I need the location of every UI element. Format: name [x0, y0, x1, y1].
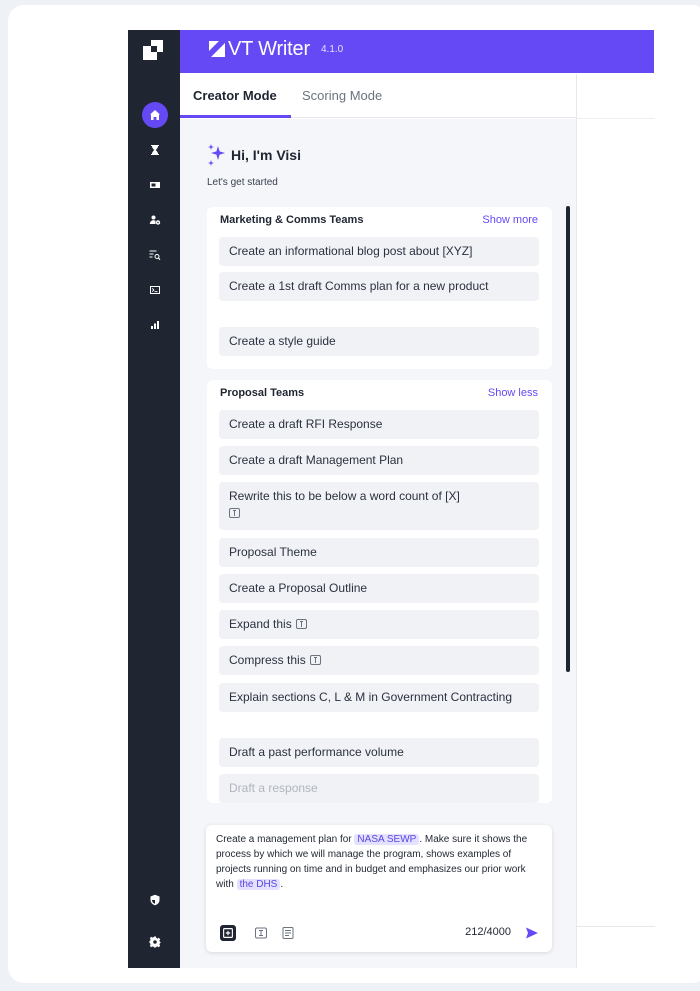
home-icon[interactable] — [142, 102, 168, 128]
panel-divider — [576, 74, 577, 968]
bar-chart-icon[interactable] — [142, 312, 168, 338]
prompt-label: Draft a past performance volume — [229, 745, 404, 759]
hourglass-icon[interactable] — [142, 137, 168, 163]
prompt-label: Proposal Theme — [229, 545, 317, 559]
nav-rail — [128, 30, 180, 968]
list-search-icon[interactable] — [142, 242, 168, 268]
prompt-item[interactable]: Draft a past performance volume — [219, 738, 539, 767]
sparkles-icon — [208, 144, 225, 166]
greeting-subtitle: Let's get started — [207, 177, 278, 188]
card-icon[interactable] — [142, 172, 168, 198]
prompt-item[interactable]: Draft a response — [219, 774, 539, 803]
prompt-item[interactable]: Create a style guide — [219, 327, 539, 356]
header-divider — [577, 118, 655, 119]
app-title: VT Writer — [228, 38, 310, 60]
prompt-item[interactable]: Compress this — [219, 646, 539, 675]
prompt-label: Explain sections C, L & M in Government … — [229, 690, 513, 704]
footer-divider — [577, 926, 655, 927]
composer-tag[interactable]: NASA SEWP — [354, 834, 420, 845]
app-header: VT Writer 4.1.0 — [180, 30, 654, 73]
tab-creator-mode[interactable]: Creator Mode — [193, 88, 277, 103]
panel-scrollbar[interactable] — [566, 206, 570, 672]
edit-logo-icon — [209, 41, 225, 57]
prompt-item[interactable]: Create a Proposal Outline — [219, 574, 539, 603]
prompt-item[interactable]: Rewrite this to be below a word count of… — [219, 482, 539, 530]
document-icon[interactable] — [280, 925, 296, 941]
text-cursor-icon[interactable] — [253, 925, 269, 941]
text-cursor-icon — [295, 619, 307, 629]
prompt-label: Rewrite this to be below a word count of… — [229, 489, 460, 503]
insert-variable-icon[interactable] — [220, 925, 236, 941]
prompt-item[interactable]: Expand this — [219, 610, 539, 639]
shield-icon[interactable] — [142, 887, 168, 913]
prompt-label: Create a draft RFI Response — [229, 417, 383, 431]
text-cursor-icon — [229, 508, 240, 518]
show-less-link[interactable]: Show less — [488, 387, 538, 399]
tab-scoring-mode[interactable]: Scoring Mode — [302, 88, 382, 103]
app-logo-icon — [143, 40, 163, 60]
prompt-group-marketing: Marketing & Comms Teams Show more Create… — [207, 207, 552, 369]
gear-icon[interactable] — [142, 929, 168, 955]
app-version: 4.1.0 — [321, 44, 344, 55]
prompt-label: Compress this — [229, 653, 306, 667]
character-counter: 212/4000 — [465, 926, 511, 938]
greeting-title: Hi, I'm Visi — [231, 147, 301, 163]
composer-text-segment: Create a management plan for — [216, 834, 355, 845]
prompt-composer[interactable]: Create a management plan for NASA SEWP. … — [206, 825, 552, 952]
prompt-label: Draft a response — [229, 781, 318, 795]
prompt-item[interactable]: Create an informational blog post about … — [219, 237, 539, 266]
group-title: Marketing & Comms Teams — [220, 214, 364, 226]
prompt-item[interactable]: Create a draft RFI Response — [219, 410, 539, 439]
prompt-item[interactable]: Proposal Theme — [219, 538, 539, 567]
terminal-icon[interactable] — [142, 277, 168, 303]
text-cursor-icon — [309, 655, 321, 665]
group-title: Proposal Teams — [220, 387, 305, 399]
send-icon[interactable] — [525, 926, 539, 940]
composer-input[interactable]: Create a management plan for NASA SEWP. … — [216, 832, 546, 892]
active-tab-indicator — [180, 115, 291, 118]
composer-tag[interactable]: the DHS — [236, 879, 281, 890]
prompt-item[interactable]: Explain sections C, L & M in Government … — [219, 683, 539, 712]
user-settings-icon[interactable] — [142, 207, 168, 233]
prompt-group-proposal: Proposal Teams Show less Create a draft … — [207, 380, 552, 803]
prompt-label: Expand this — [229, 617, 292, 631]
prompt-item[interactable]: Create a 1st draft Comms plan for a new … — [219, 272, 539, 301]
prompt-label: Create a Proposal Outline — [229, 581, 368, 595]
composer-text-segment: . — [280, 879, 284, 890]
prompt-label: Create a 1st draft Comms plan for a new … — [229, 279, 489, 293]
mode-tabs: Creator Mode Scoring Mode — [180, 74, 577, 118]
prompt-label: Create an informational blog post about … — [229, 244, 473, 258]
prompt-label: Create a draft Management Plan — [229, 453, 404, 467]
prompt-label: Create a style guide — [229, 334, 336, 348]
show-more-link[interactable]: Show more — [482, 214, 538, 226]
prompt-item[interactable]: Create a draft Management Plan — [219, 446, 539, 475]
